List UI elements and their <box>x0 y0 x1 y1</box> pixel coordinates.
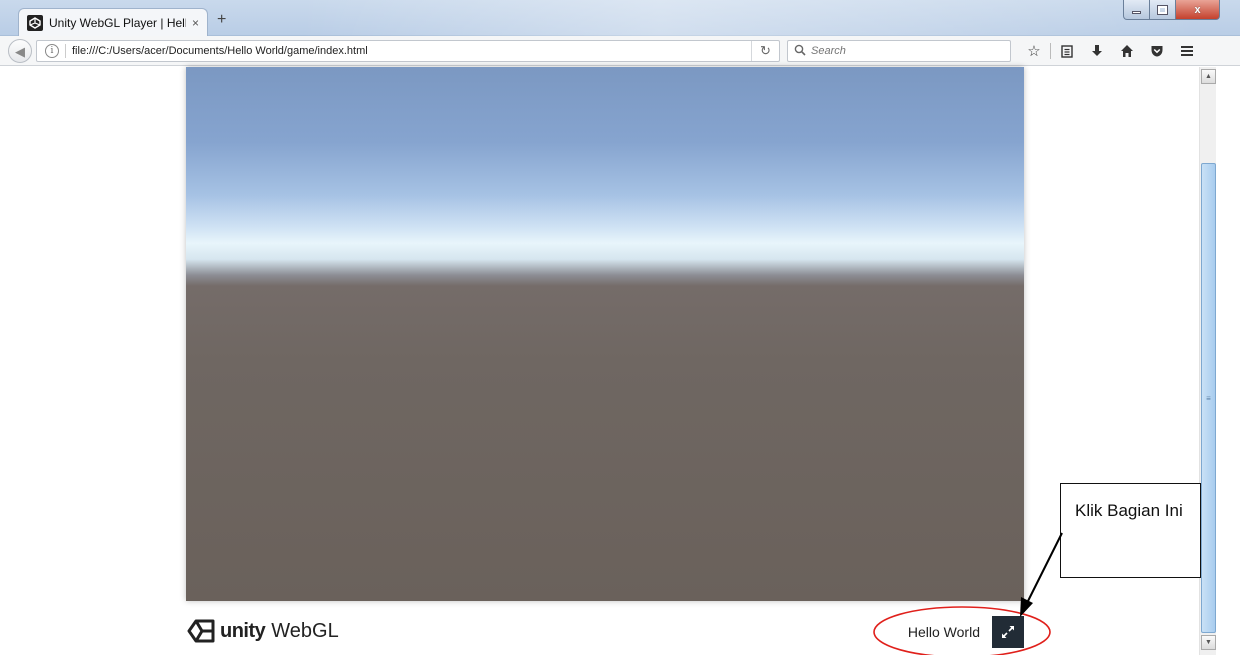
scrollbar-thumb[interactable]: ≡ <box>1201 163 1216 633</box>
tab-close-icon[interactable]: × <box>192 16 199 30</box>
search-bar[interactable] <box>787 40 1011 62</box>
reading-list-icon[interactable] <box>1055 41 1079 61</box>
home-icon[interactable] <box>1115 41 1139 61</box>
unity-cube-icon <box>187 619 215 643</box>
maximize-button[interactable] <box>1150 0 1176 20</box>
game-title: Hello World <box>907 624 980 640</box>
close-window-button[interactable]: x <box>1176 0 1220 20</box>
navigation-bar: ◀ i file:///C:/Users/acer/Documents/Hell… <box>0 36 1240 66</box>
unity-game-canvas[interactable] <box>186 67 1024 601</box>
maximize-icon <box>1157 4 1168 15</box>
download-icon[interactable] <box>1085 41 1109 61</box>
scroll-grip-icon: ≡ <box>1206 393 1211 403</box>
logo-unity-text: unity <box>220 619 266 642</box>
minimize-button[interactable] <box>1123 0 1150 20</box>
annotation-callout: Klik Bagian Ini <box>1060 483 1201 578</box>
scroll-up-icon[interactable]: ▲ <box>1201 69 1216 84</box>
minimize-icon <box>1132 11 1141 14</box>
browser-window: Unity WebGL Player | Hello... × + x ◀ i … <box>0 0 1240 655</box>
tab-title: Unity WebGL Player | Hello... <box>49 15 186 30</box>
fullscreen-button[interactable] <box>992 616 1024 648</box>
toolbar-icons: ☆ <box>1022 41 1205 61</box>
unity-webgl-logo: unity WebGL <box>186 615 339 647</box>
unity-webgl-footer: unity WebGL Hello World <box>186 615 1024 651</box>
search-icon <box>794 44 806 59</box>
search-input[interactable] <box>811 45 991 57</box>
back-arrow-icon: ◀ <box>15 43 25 59</box>
title-bar: Unity WebGL Player | Hello... × + x <box>0 0 1240 36</box>
close-icon: x <box>1194 3 1201 16</box>
site-info-icon[interactable]: i <box>45 44 59 58</box>
fullscreen-expand-icon <box>1002 626 1014 638</box>
logo-webgl-text: WebGL <box>271 619 339 642</box>
scroll-down-icon[interactable]: ▼ <box>1201 635 1216 650</box>
pocket-icon[interactable] <box>1145 41 1169 61</box>
reload-icon[interactable]: ↻ <box>751 41 779 61</box>
bookmark-star-icon[interactable]: ☆ <box>1022 41 1046 61</box>
back-button[interactable]: ◀ <box>8 39 32 63</box>
url-text[interactable]: file:///C:/Users/acer/Documents/Hello Wo… <box>72 45 751 57</box>
page-content: unity WebGL Hello World <box>0 67 1199 655</box>
tab-unity-webgl-player[interactable]: Unity WebGL Player | Hello... × <box>18 8 208 36</box>
address-bar[interactable]: i file:///C:/Users/acer/Documents/Hello … <box>36 40 780 62</box>
window-controls: x <box>1123 0 1220 20</box>
menu-icon[interactable] <box>1175 41 1199 61</box>
new-tab-icon[interactable]: + <box>217 11 226 29</box>
unity-favicon-icon <box>27 14 43 31</box>
vertical-scrollbar[interactable]: ▲ ≡ ▼ <box>1199 67 1216 655</box>
